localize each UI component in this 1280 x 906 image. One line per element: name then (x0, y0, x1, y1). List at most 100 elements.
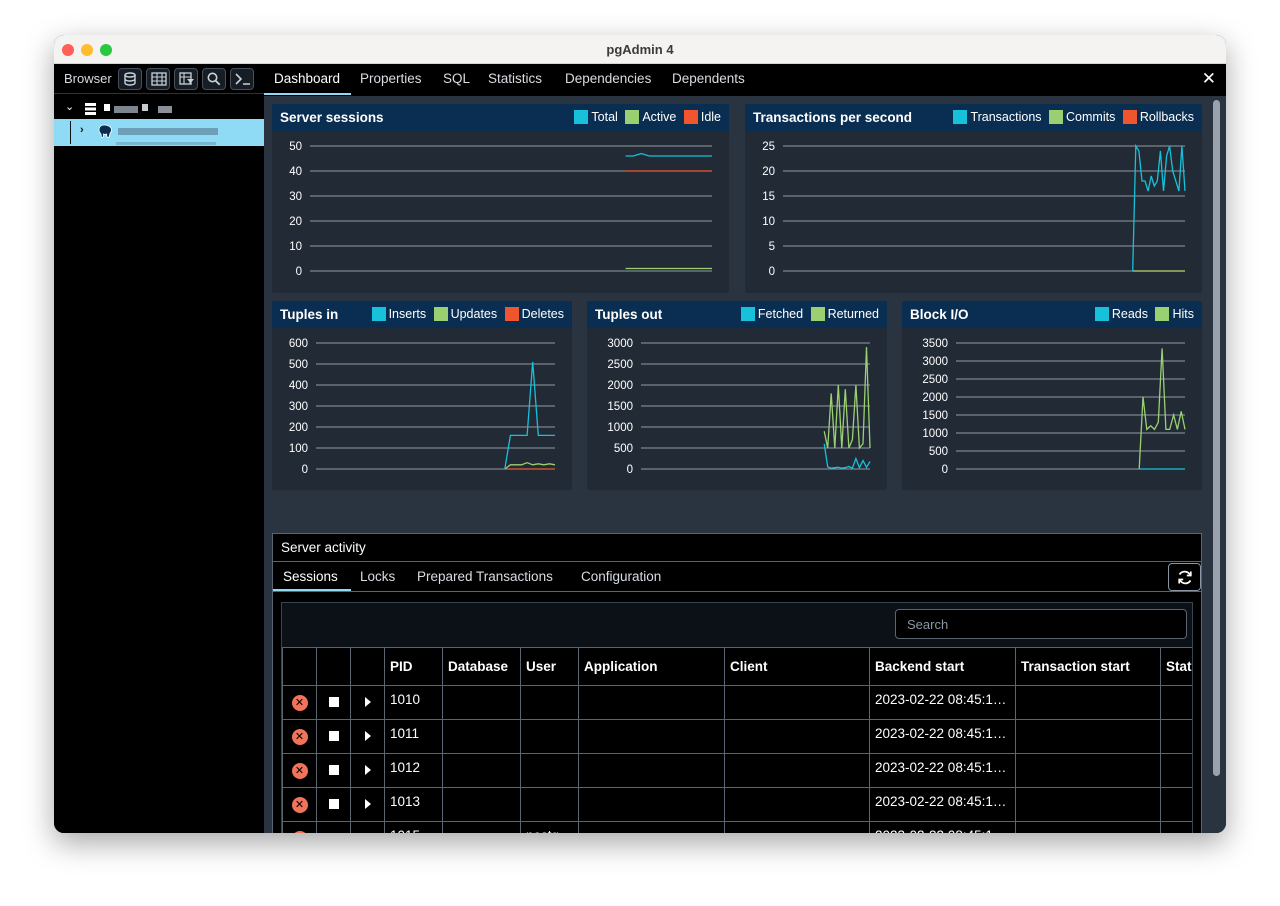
tab-statistics[interactable]: Statistics (488, 71, 542, 86)
server-sessions-chart: Server sessions Total Active Idle 0 10 20 3… (272, 104, 729, 293)
cancel-cell[interactable] (316, 753, 351, 788)
tree-item-server-group[interactable]: ⌄ (54, 97, 264, 119)
table-row[interactable]: ✕ 1010 2023-02-22 08:45:19… (282, 685, 1192, 720)
column-header-cancel (316, 647, 351, 686)
cancel-cell[interactable] (316, 685, 351, 720)
expand-cell[interactable] (350, 787, 385, 822)
table-row[interactable]: ✕ 1011 2023-02-22 08:45:19… (282, 719, 1192, 754)
filter-table-icon (179, 72, 194, 85)
cell-backend-start: 2023-02-22 08:45:19… (869, 719, 1016, 754)
terminate-session-icon[interactable]: ✕ (291, 797, 308, 813)
tab-dependents[interactable]: Dependents (672, 71, 745, 86)
expand-cell[interactable] (350, 719, 385, 754)
expand-cell[interactable] (350, 753, 385, 788)
chart-legend: Reads Hits (1091, 307, 1194, 321)
browser-panel: Browser ⌄ › (54, 64, 264, 833)
terminate-cell[interactable]: ✕ (282, 821, 317, 833)
chevron-right-icon[interactable]: › (80, 124, 84, 136)
column-header-pid[interactable]: PID (384, 647, 443, 686)
tab-dashboard[interactable]: Dashboard (274, 71, 340, 86)
tab-properties[interactable]: Properties (360, 71, 422, 86)
tab-locks[interactable]: Locks (360, 569, 395, 584)
column-header-transaction-start[interactable]: Transaction start (1015, 647, 1161, 686)
cancel-query-icon[interactable] (328, 697, 339, 707)
chart-header: Block I/O Reads Hits (902, 301, 1202, 328)
terminate-cell[interactable]: ✕ (282, 753, 317, 788)
column-header-client[interactable]: Client (724, 647, 870, 686)
column-header-backend-start[interactable]: Backend start (869, 647, 1016, 686)
cancel-cell[interactable] (316, 719, 351, 754)
terminate-cell[interactable]: ✕ (282, 719, 317, 754)
expand-row-icon[interactable] (364, 799, 371, 809)
cell-client (724, 787, 870, 822)
redacted-label (118, 128, 218, 135)
query-tool-button[interactable] (118, 68, 142, 90)
cancel-query-icon[interactable] (328, 765, 339, 775)
refresh-button[interactable] (1168, 563, 1201, 591)
cell-user (520, 685, 579, 720)
activity-tab-bar: Sessions Locks Prepared Transactions Con… (273, 562, 1201, 592)
column-header-user[interactable]: User (520, 647, 579, 686)
tuples-in-chart: Tuples in Inserts Updates Deletes 0 100 20… (272, 301, 572, 490)
y-tick-label: 400 (289, 380, 308, 392)
terminate-cell[interactable]: ✕ (282, 685, 317, 720)
terminate-session-icon[interactable]: ✕ (291, 729, 308, 745)
search-objects-button[interactable] (202, 68, 226, 90)
cancel-cell[interactable] (316, 821, 351, 833)
legend-reads: Reads (1094, 307, 1148, 321)
vertical-scrollbar[interactable] (1212, 98, 1222, 833)
cell-user: postgr… (520, 821, 579, 833)
dashboard-panel: Dashboard Properties SQL Statistics Depe… (264, 64, 1226, 833)
cell-transaction-start (1015, 685, 1161, 720)
expand-cell[interactable] (350, 821, 385, 833)
psql-tool-button[interactable] (230, 68, 254, 90)
y-tick-label: 50 (289, 141, 302, 153)
chart-legend: Inserts Updates Deletes (368, 307, 564, 321)
tree-item-server[interactable]: › (54, 119, 264, 146)
y-tick-label: 3000 (922, 356, 948, 368)
y-tick-label: 20 (289, 216, 302, 228)
cancel-cell[interactable] (316, 787, 351, 822)
tab-dependencies[interactable]: Dependencies (565, 71, 651, 86)
y-tick-label: 1000 (922, 428, 948, 440)
tab-prepared-transactions[interactable]: Prepared Transactions (417, 569, 553, 584)
tps-plot: 0 5 10 15 20 25 (762, 141, 1186, 278)
filtered-rows-button[interactable] (174, 68, 198, 90)
table-row[interactable]: ✕ 1012 2023-02-22 08:45:19… (282, 753, 1192, 788)
redacted-label (142, 104, 148, 111)
view-data-button[interactable] (146, 68, 170, 90)
chart-header: Server sessions Total Active Idle (272, 104, 729, 131)
expand-row-icon[interactable] (364, 697, 371, 707)
column-header-database[interactable]: Database (442, 647, 521, 686)
table-row[interactable]: ✕ 1013 2023-02-22 08:45:19… (282, 787, 1192, 822)
sessions-table: PID Database User Application Client Bac… (282, 647, 1192, 833)
window-title: pgAdmin 4 (606, 42, 674, 57)
scrollbar-thumb[interactable] (1213, 100, 1220, 776)
column-header-state[interactable]: State (1160, 647, 1192, 686)
tab-sql[interactable]: SQL (443, 71, 470, 86)
redacted-label (114, 106, 138, 113)
legend-commits: Commits (1049, 110, 1115, 124)
tab-sessions[interactable]: Sessions (283, 569, 338, 584)
cancel-query-icon[interactable] (328, 799, 339, 809)
chevron-down-icon[interactable]: ⌄ (65, 100, 74, 113)
tab-configuration[interactable]: Configuration (581, 569, 661, 584)
series-line-updates (504, 462, 556, 470)
y-tick-label: 300 (289, 401, 308, 413)
server-activity-header: Server activity (273, 534, 1201, 562)
close-tab-button[interactable]: ✕ (1202, 69, 1216, 89)
cell-state (1160, 719, 1192, 754)
terminate-session-icon[interactable]: ✕ (291, 695, 308, 711)
expand-cell[interactable] (350, 685, 385, 720)
terminate-session-icon[interactable]: ✕ (291, 763, 308, 779)
expand-row-icon[interactable] (364, 765, 371, 775)
search-input[interactable] (895, 609, 1187, 639)
table-row[interactable]: ✕ 1015 postgr… 2023-02-22 08:45:19… (282, 821, 1192, 833)
cancel-query-icon[interactable] (328, 731, 339, 741)
terminate-cell[interactable]: ✕ (282, 787, 317, 822)
cell-client (724, 719, 870, 754)
expand-row-icon[interactable] (364, 731, 371, 741)
terminate-session-icon[interactable]: ✕ (291, 831, 308, 833)
y-tick-label: 3500 (922, 338, 948, 350)
column-header-application[interactable]: Application (578, 647, 725, 686)
